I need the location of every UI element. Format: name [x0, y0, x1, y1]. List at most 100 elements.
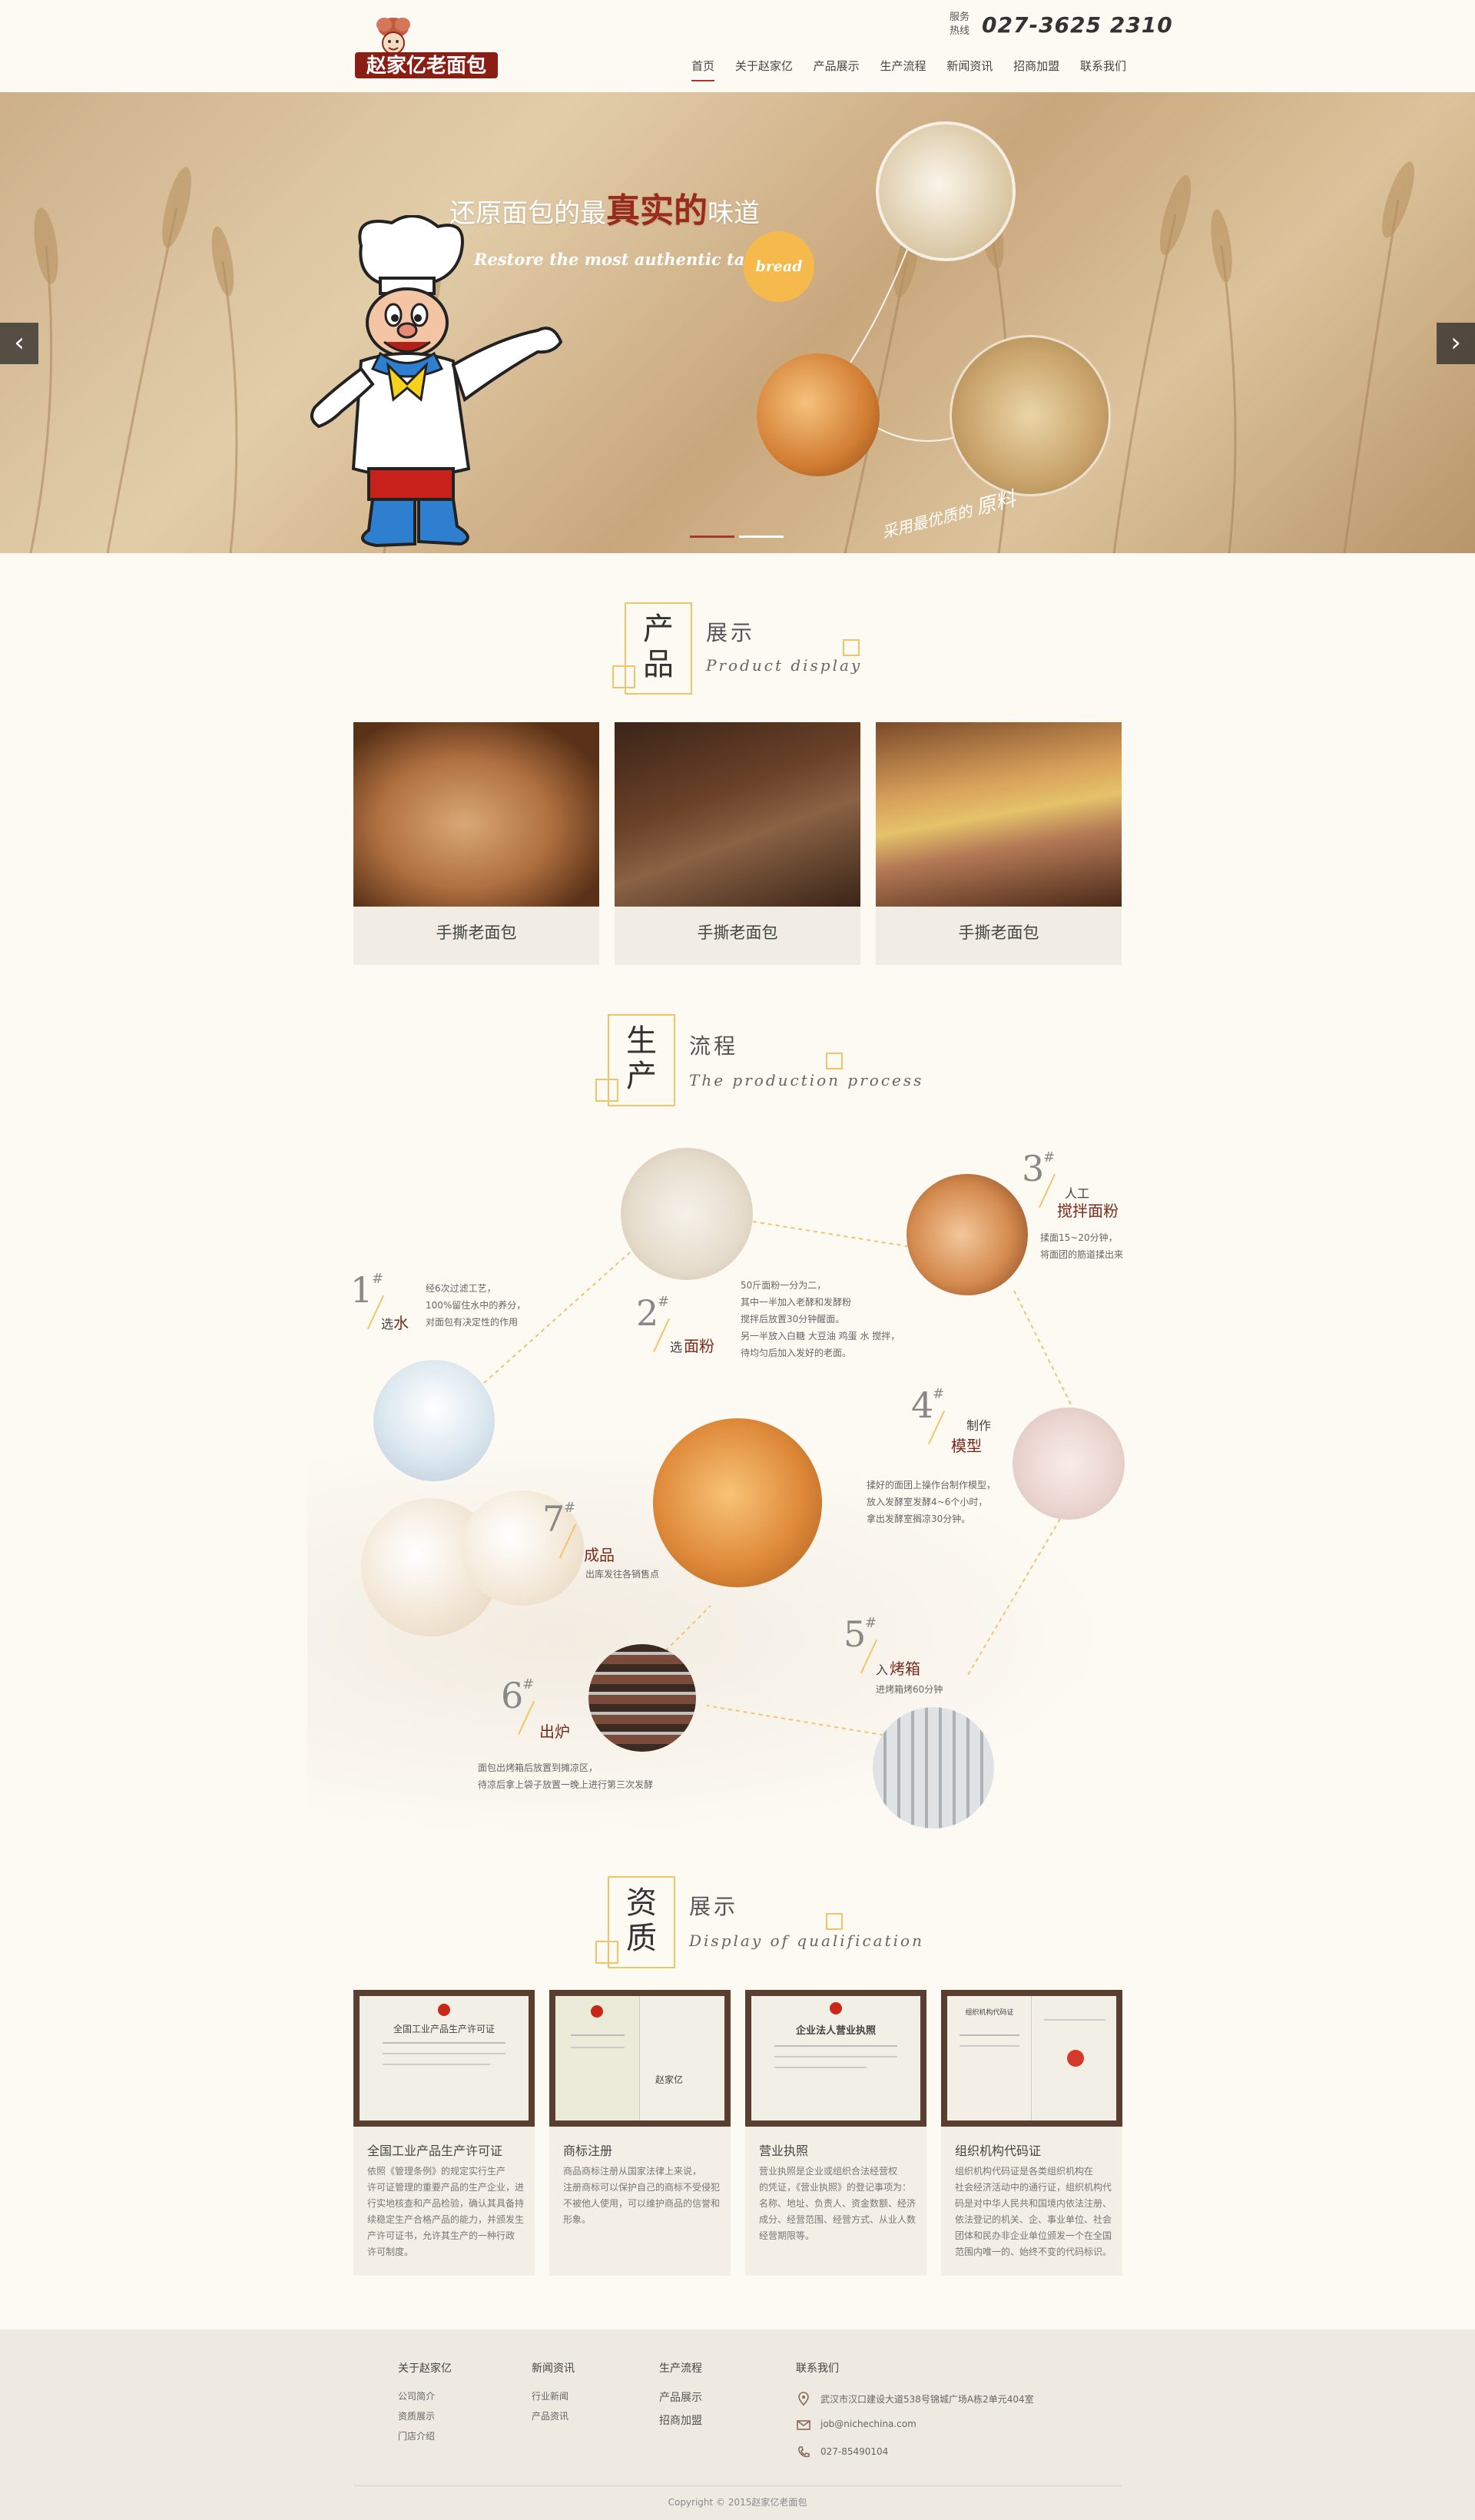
hotline-label: 服务热线 — [950, 12, 970, 37]
copyright: Copyright © 2015赵家亿老面包 — [668, 2497, 807, 2508]
process-step-2: 2 # 选 面粉 — [636, 1292, 714, 1356]
process-step-7: 7 # 成品 — [542, 1498, 615, 1565]
product-image — [353, 722, 599, 907]
bread-badge: bread — [744, 231, 814, 302]
process-step-7-desc: 出库发往各销售点 — [585, 1569, 660, 1580]
footer-divider — [353, 2485, 1122, 2486]
nav-process[interactable]: 生产流程 — [880, 52, 926, 80]
process-step-4-desc: 揉好的面团上操作台制作模型， 放入发酵室发酵4~6个小时， 拿出发酵室搁凉30分… — [867, 1480, 996, 1524]
certificate-image: 赵家亿 — [555, 1996, 724, 2120]
phone-icon — [798, 2446, 810, 2458]
footer-link[interactable]: 行业新闻 — [532, 2386, 575, 2406]
banner-title: 还原面包的最真实的味道 — [449, 191, 760, 230]
wheat-grain-photo — [950, 335, 1111, 496]
footer-link[interactable]: 产品展示 — [659, 2386, 702, 2409]
process-step-5: 5 # 入 烤箱 — [844, 1613, 920, 1679]
qualification-card[interactable]: 企业法人营业执照 营业执照 营业执照是企业或组织合法经营权 的凭证，《营业执照》… — [745, 1990, 926, 2276]
hotline: 服务热线 027-3625 2310 — [950, 9, 1172, 43]
process-step-6-desc: 面包出烤箱后放置到摊凉区， 待凉后拿上袋子放置一晚上进行第三次发酵 — [478, 1762, 654, 1790]
kneading-photo — [907, 1174, 1028, 1295]
decor-square — [826, 1913, 843, 1930]
prev-slide-button[interactable]: ‹ — [0, 323, 38, 364]
process-step-4: 4 # 制作 模型 — [911, 1384, 992, 1456]
nav-products[interactable]: 产品展示 — [814, 52, 860, 80]
flour-photo — [621, 1148, 753, 1280]
decor-square — [826, 1053, 843, 1069]
footer-col-about: 关于赵家亿 公司简介 资质展示 门店介绍 — [398, 2360, 452, 2446]
brand-logo[interactable]: 赵家亿老面包 — [353, 11, 499, 80]
qualification-card[interactable]: 全国工业产品生产许可证 全国工业产品生产许可证 依照《管理条例》的规定实行生产 … — [353, 1990, 535, 2276]
qualification-text: 商品商标注册从国家法律上来说， 注册商标可以保护自己的商标不受侵犯， 不被他人使… — [563, 2166, 720, 2225]
product-image — [615, 722, 860, 907]
wheat-field-background — [29, 161, 1414, 553]
process-heading: 生产 流程 The production process — [594, 1013, 921, 1112]
footer-link[interactable]: 招商加盟 — [659, 2409, 702, 2432]
footer-link[interactable]: 公司简介 — [398, 2386, 452, 2406]
qualification-text: 组织机构代码证是各类组织机构在 社会经济活动中的通行证，组织机构代 码是对中华人… — [955, 2166, 1112, 2257]
slide-indicator-2[interactable] — [739, 536, 784, 538]
slide-indicators — [690, 536, 785, 539]
emblem-icon — [830, 2002, 842, 2014]
bakery-rack-photo — [588, 1644, 696, 1752]
product-card[interactable]: 手撕老面包 — [615, 722, 860, 965]
nav-franchise[interactable]: 招商加盟 — [1013, 52, 1059, 80]
chevron-right-icon: › — [1450, 327, 1461, 358]
nav-contact[interactable]: 联系我们 — [1080, 52, 1126, 80]
footer-link[interactable]: 门店介绍 — [398, 2426, 452, 2446]
qualification-title: 全国工业产品生产许可证 — [367, 2144, 503, 2158]
footer-link[interactable]: 产品资讯 — [532, 2406, 575, 2426]
page: 赵家亿老面包 服务热线 027-3625 2310 首页 关于赵家亿 产品展示 … — [0, 0, 1475, 2520]
nav-news[interactable]: 新闻资讯 — [946, 52, 993, 80]
process-step-6: 6 # 出炉 — [501, 1675, 570, 1742]
location-pin-icon — [798, 2392, 809, 2406]
oven-photo — [873, 1707, 994, 1829]
footer-link[interactable]: 资质展示 — [398, 2406, 452, 2426]
dough-model-photo — [1013, 1408, 1125, 1520]
footer-col-process: 生产流程 产品展示 招商加盟 — [659, 2360, 702, 2432]
process-step-1-desc: 经6次过滤工艺， 100%留住水中的养分， 对面包有决定性的作用 — [426, 1283, 526, 1328]
qualification-title: 商标注册 — [563, 2144, 613, 2158]
stamp-icon — [1067, 2050, 1084, 2067]
qualification-heading: 资质 展示 Display of qualification — [594, 1875, 922, 1975]
product-card[interactable]: 手撕老面包 — [353, 722, 599, 965]
main-nav: 首页 关于赵家亿 产品展示 生产流程 新闻资讯 招商加盟 联系我们 — [691, 52, 1126, 81]
certificate-frame: 企业法人营业执照 — [745, 1990, 926, 2127]
bread-roll-photo — [757, 353, 880, 476]
certificate-frame: 全国工业产品生产许可证 — [353, 1990, 535, 2127]
qualification-card[interactable]: 赵家亿 商标注册 商品商标注册从国家法律上来说， 注册商标可以保护自己的商标不受… — [549, 1990, 731, 2276]
site-footer: 关于赵家亿 公司简介 资质展示 门店介绍 新闻资讯 行业新闻 产品资讯 生产流程… — [0, 2329, 1475, 2520]
process-step-3-desc: 揉面15~20分钟， 将面团的筋道揉出来 — [1040, 1232, 1124, 1260]
products-heading: 产品 展示 Product display — [611, 601, 864, 701]
site-header: 赵家亿老面包 服务热线 027-3625 2310 首页 关于赵家亿 产品展示 … — [0, 0, 1475, 92]
product-card[interactable]: 手撕老面包 — [876, 722, 1122, 965]
qualification-title: 营业执照 — [759, 2144, 809, 2158]
product-caption: 手撕老面包 — [697, 923, 778, 942]
footer-contact: 联系我们 武汉市汉口建设大道538号锦城广场A栋2单元404室 job@nich… — [796, 2360, 1034, 2458]
mail-icon — [797, 2420, 810, 2430]
nav-home[interactable]: 首页 — [691, 52, 715, 81]
certificate-frame: 组织机构代码证 — [941, 1990, 1122, 2127]
hero-banner: ‹ › 还原面包的最真实的味道 Restore the most authent… — [0, 92, 1475, 553]
process-step-1: 1 # 选 水 — [350, 1269, 409, 1333]
qualification-card[interactable]: 组织机构代码证 组织机构代码证 组织机构代码证是各类组织机构在 社会经济活动中的… — [941, 1990, 1122, 2276]
product-caption: 手撕老面包 — [436, 923, 517, 942]
process-step-3: 3 # 人工 搅拌面粉 — [1022, 1148, 1119, 1221]
process-step-5-desc: 进烤箱烤60分钟 — [876, 1684, 943, 1695]
product-image — [876, 722, 1122, 907]
finished-bread-photo — [653, 1418, 822, 1587]
flour-photo — [876, 121, 1016, 261]
qualification-text: 依照《管理条例》的规定实行生产 许可证管理的重要产品的生产企业，进 行实地核查和… — [367, 2166, 524, 2257]
emblem-icon — [591, 2005, 603, 2018]
certificate-image: 全国工业产品生产许可证 — [360, 1996, 529, 2120]
hotline-number: 027-3625 2310 — [982, 12, 1173, 38]
water-photo — [373, 1360, 495, 1481]
certificate-frame: 赵家亿 — [549, 1990, 731, 2127]
footer-col-news: 新闻资讯 行业新闻 产品资讯 — [532, 2360, 575, 2426]
next-slide-button[interactable]: › — [1437, 323, 1475, 364]
nav-about[interactable]: 关于赵家亿 — [735, 52, 793, 80]
product-caption: 手撕老面包 — [958, 923, 1039, 942]
chevron-left-icon: ‹ — [14, 327, 25, 358]
certificate-image: 组织机构代码证 — [947, 1996, 1116, 2120]
decor-square — [843, 639, 860, 656]
slide-indicator-1[interactable] — [690, 536, 734, 538]
